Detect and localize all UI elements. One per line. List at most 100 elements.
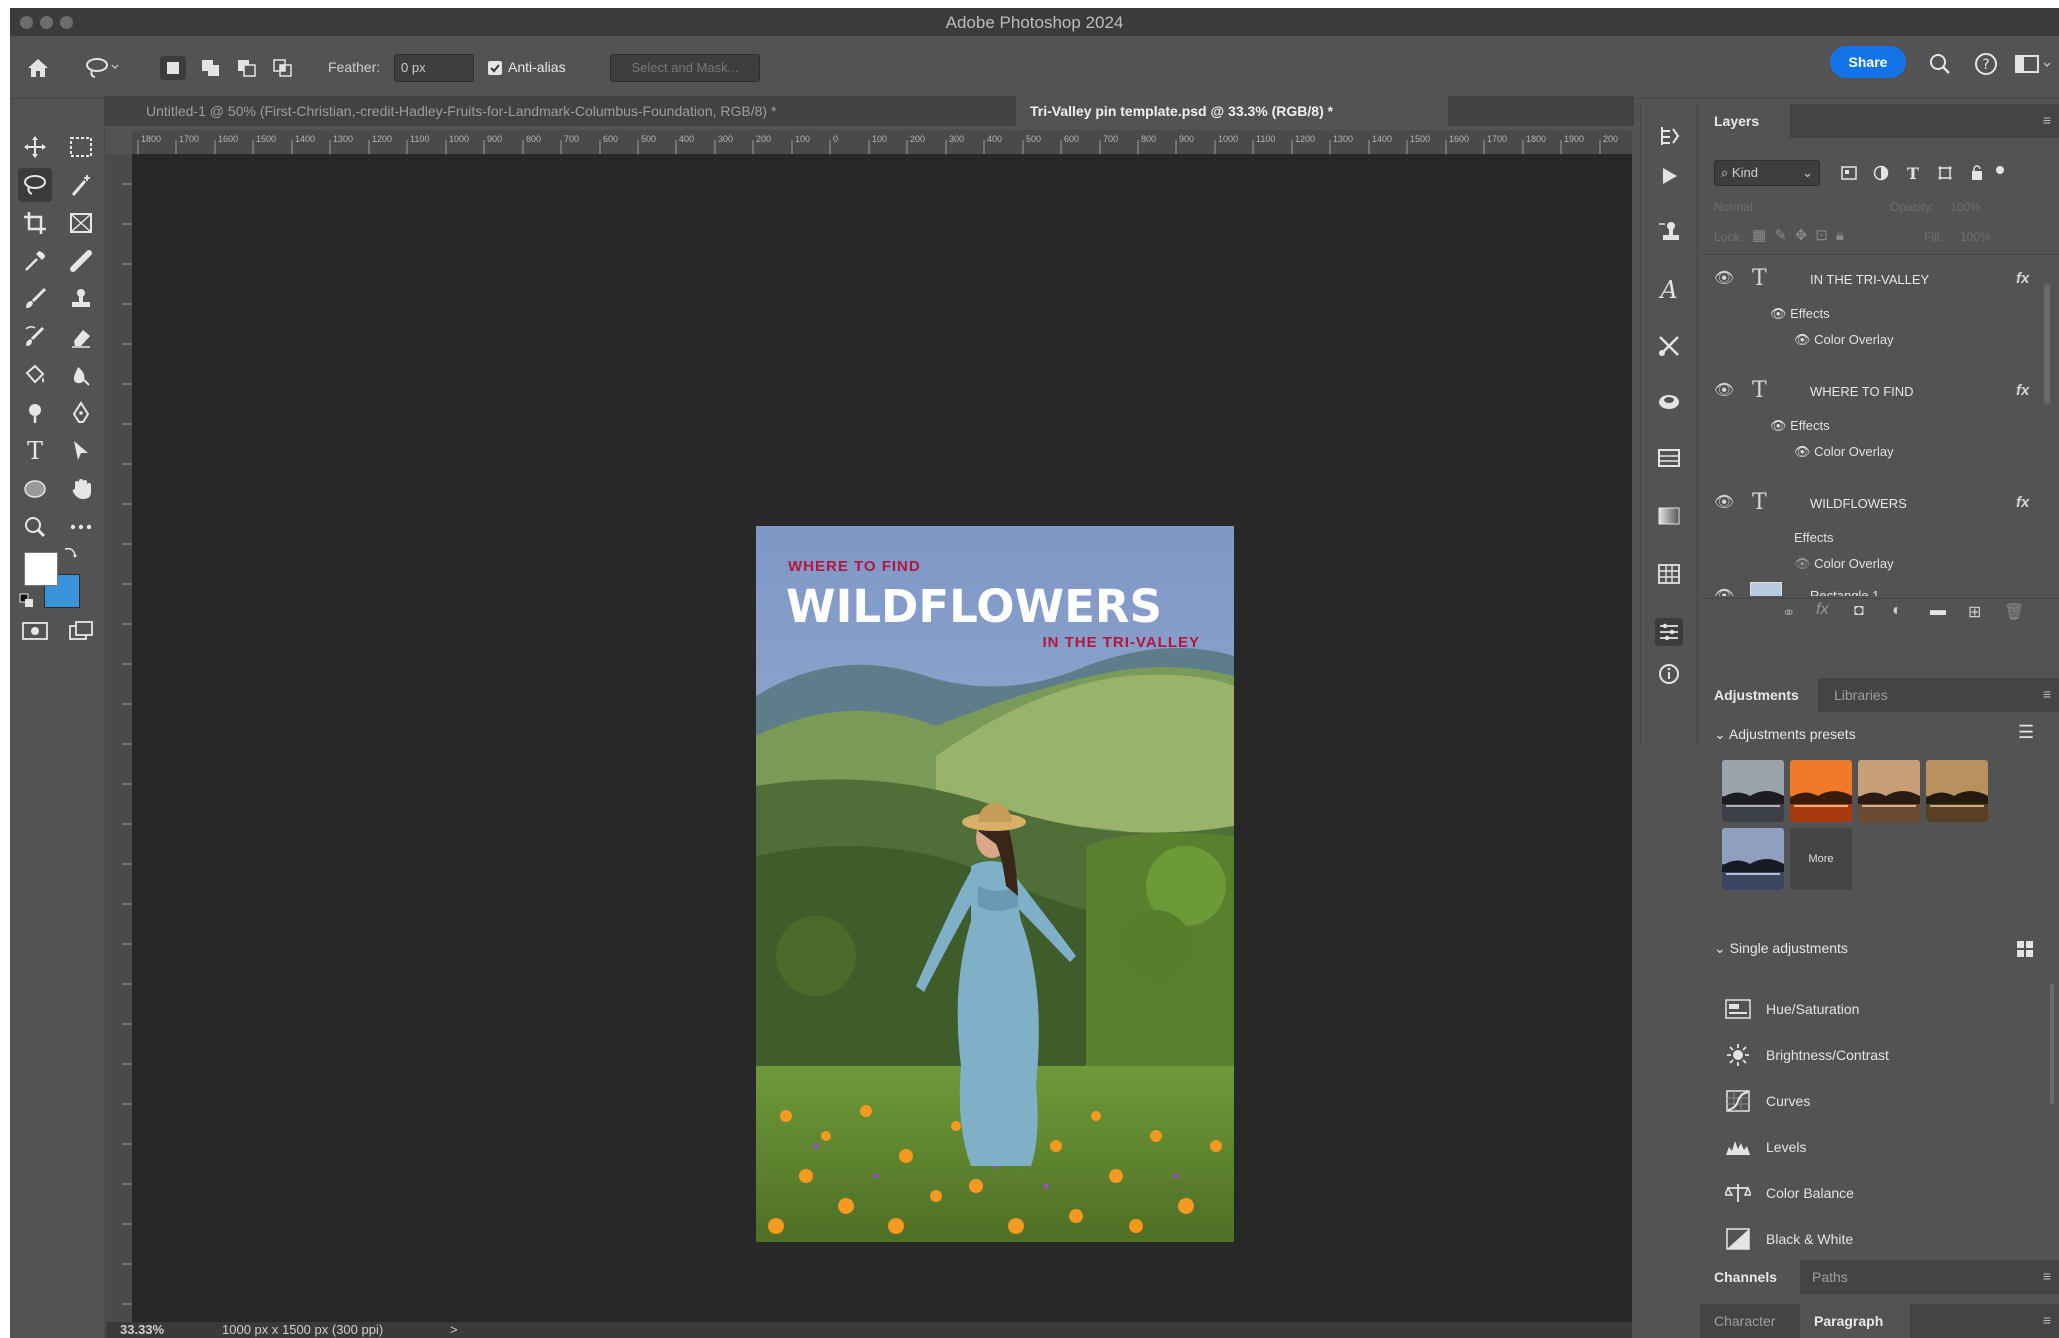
layer-row-rectangle-1[interactable]: 👁︎ Rectangle 1 <box>1700 582 2040 596</box>
link-layers-icon[interactable]: ⚭ <box>1782 603 1795 623</box>
layer-effect-row[interactable]: 👁︎ Color Overlay <box>1794 556 1894 572</box>
swap-colors-icon[interactable] <box>62 544 78 560</box>
layer-row-where-to-find[interactable]: 👁︎ T WHERE TO FIND fx <box>1700 376 2040 406</box>
panel-menu-icon[interactable]: ≡ <box>2043 112 2051 128</box>
magic-wand-icon[interactable] <box>64 168 98 202</box>
adjustment-levels[interactable]: Levels <box>1724 1132 1806 1162</box>
tab-paragraph[interactable]: Paragraph <box>1814 1313 1883 1329</box>
adjustment-color-balance[interactable]: Color Balance <box>1724 1178 1854 1208</box>
path-selection-tool-icon[interactable] <box>64 434 98 468</box>
share-button[interactable]: Share <box>1830 46 1906 78</box>
eye-icon[interactable]: 👁︎ <box>1794 444 1814 459</box>
screen-mode-icon[interactable] <box>64 614 98 648</box>
status-arrow[interactable]: > <box>450 1322 458 1337</box>
filter-smart-object-icon[interactable] <box>1966 162 1988 184</box>
tab-paths[interactable]: Paths <box>1812 1269 1848 1285</box>
panel-menu-icon[interactable]: ≡ <box>2043 1268 2051 1284</box>
fill-value[interactable]: 100% <box>1960 230 1991 244</box>
move-tool-icon[interactable] <box>18 130 52 164</box>
hand-tool-icon[interactable] <box>64 472 98 506</box>
tool-presets-icon[interactable] <box>1655 332 1683 360</box>
adjustments-scrollbar[interactable] <box>2050 984 2054 1104</box>
lock-icons[interactable]: ▦✎✥⊡🔒︎ <box>1752 226 1852 244</box>
select-and-mask-button[interactable]: Select and Mask... <box>610 54 760 82</box>
layer-name[interactable]: Rectangle 1 <box>1810 588 1879 596</box>
actions-play-icon[interactable] <box>1655 162 1683 190</box>
new-adjustment-layer-icon[interactable]: ◐ <box>1892 602 1902 620</box>
preset-thumbnail[interactable] <box>1858 760 1920 822</box>
opacity-value[interactable]: 100% <box>1950 200 1981 214</box>
blend-mode-select[interactable]: Normal <box>1714 200 1753 214</box>
pen-tool-icon[interactable] <box>64 396 98 430</box>
glyphs-panel-icon[interactable]: A <box>1655 276 1683 304</box>
layers-panel-title[interactable]: Layers <box>1714 113 1759 129</box>
single-adjustments-header[interactable]: ⌄ Single adjustments <box>1714 940 1848 957</box>
eraser-tool-icon[interactable] <box>64 320 98 354</box>
crop-tool-icon[interactable] <box>18 206 52 240</box>
delete-layer-icon[interactable]: 🗑︎ <box>2004 602 2024 622</box>
layers-scrollbar[interactable] <box>2044 284 2050 404</box>
panel-menu-icon[interactable]: ≡ <box>2043 1312 2051 1328</box>
default-colors-icon[interactable] <box>18 592 36 610</box>
tab-tri-valley-pin-template[interactable]: Tri-Valley pin template.psd @ 33.3% (RGB… <box>1016 96 1448 126</box>
layer-name[interactable]: WHERE TO FIND <box>1810 384 1914 399</box>
dodge-tool-icon[interactable] <box>18 396 52 430</box>
layer-name[interactable]: IN THE TRI-VALLEY <box>1810 272 1929 287</box>
preset-thumbnail[interactable] <box>1722 760 1784 822</box>
layer-row-in-the-tri-valley[interactable]: 👁︎ T IN THE TRI-VALLEY fx <box>1700 264 2040 294</box>
eye-icon[interactable]: 👁︎ <box>1714 380 1734 400</box>
fx-icon[interactable]: fx <box>2016 494 2029 511</box>
new-layer-icon[interactable]: ⊞ <box>1968 602 1981 622</box>
type-tool-icon[interactable]: T <box>18 434 52 468</box>
canvas-area[interactable]: WHERE TO FIND WILDFLOWERS IN THE TRI-VAL… <box>132 154 1632 1324</box>
filter-shape-icon[interactable] <box>1934 162 1956 184</box>
feather-input[interactable]: 0 px <box>394 54 474 82</box>
workspace-icon[interactable] <box>2014 50 2054 78</box>
blur-tool-icon[interactable] <box>64 358 98 392</box>
layer-row-wildflowers[interactable]: 👁︎ T WILDFLOWERS fx <box>1700 488 2040 518</box>
eye-icon[interactable]: 👁︎ <box>1794 556 1814 571</box>
navigator-panel-icon[interactable] <box>1655 444 1683 472</box>
tab-adjustments[interactable]: Adjustments <box>1714 687 1799 703</box>
quick-mask-icon[interactable] <box>18 614 52 648</box>
history-panel-icon[interactable] <box>1655 122 1683 150</box>
3d-panel-icon[interactable] <box>1655 388 1683 416</box>
add-layer-style-icon[interactable]: fx <box>1816 601 1828 619</box>
swatches-panel-icon[interactable] <box>1655 560 1683 588</box>
effects-label[interactable]: Effects <box>1794 530 1834 545</box>
adjustment-brightness-contrast[interactable]: Brightness/Contrast <box>1724 1040 1889 1070</box>
layer-effect-row[interactable]: 👁︎ Color Overlay <box>1794 444 1894 460</box>
filter-adjustment-icon[interactable] <box>1870 162 1892 184</box>
eye-icon[interactable]: 👁︎ <box>1770 418 1790 433</box>
tab-character[interactable]: Character <box>1714 1313 1775 1329</box>
adjustments-presets-header[interactable]: ⌄ Adjustments presets <box>1714 726 1856 743</box>
marquee-tool-icon[interactable] <box>64 130 98 164</box>
layer-filter-kind-select[interactable]: ⌕ Kind ⌄ <box>1714 160 1820 186</box>
tab-channels[interactable]: Channels <box>1714 1269 1777 1285</box>
gradients-panel-icon[interactable] <box>1655 502 1683 530</box>
preset-thumbnail[interactable] <box>1926 760 1988 822</box>
layer-effects-row[interactable]: 👁︎ Effects <box>1770 418 1830 434</box>
help-icon[interactable]: ? <box>1972 50 2000 78</box>
lasso-tool-preset-icon[interactable] <box>84 54 120 82</box>
adjustment-black-white[interactable]: Black & White <box>1724 1224 1853 1254</box>
grid-view-icon[interactable] <box>2014 938 2036 960</box>
layer-name[interactable]: WILDFLOWERS <box>1810 496 1907 511</box>
eye-icon[interactable]: 👁︎ <box>1794 332 1814 347</box>
brush-tool-icon[interactable] <box>18 282 52 316</box>
frame-tool-icon[interactable] <box>64 206 98 240</box>
tab-untitled-1[interactable]: Untitled-1 @ 50% (First-Christian,-credi… <box>132 96 1040 126</box>
new-group-icon[interactable]: ▬ <box>1930 602 1946 620</box>
properties-panel-icon[interactable] <box>1655 618 1683 646</box>
ellipse-tool-icon[interactable] <box>18 472 52 506</box>
new-selection-icon[interactable] <box>160 56 186 80</box>
paint-bucket-tool-icon[interactable] <box>18 358 52 392</box>
layer-effects-row[interactable]: 👁︎ Effects <box>1770 306 1830 322</box>
clone-source-icon[interactable] <box>1655 218 1683 246</box>
add-mask-icon[interactable]: ◘ <box>1854 602 1864 620</box>
document-poster[interactable]: WHERE TO FIND WILDFLOWERS IN THE TRI-VAL… <box>756 526 1234 1242</box>
more-presets-button[interactable]: More <box>1790 828 1852 890</box>
eyedropper-tool-icon[interactable] <box>18 244 52 278</box>
more-tools-icon[interactable] <box>64 510 98 544</box>
eye-icon[interactable]: 👁︎ <box>1770 306 1790 321</box>
